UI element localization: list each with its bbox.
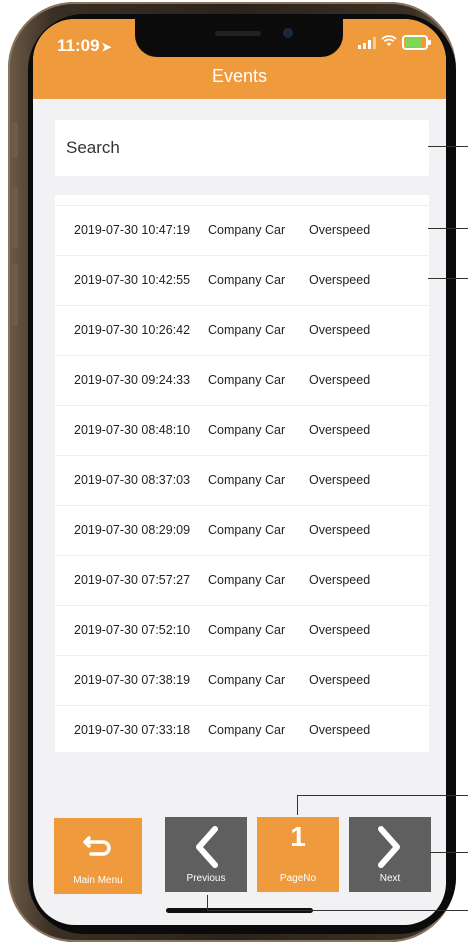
event-vehicle: Company Car (208, 223, 286, 237)
event-vehicle: Company Car (208, 373, 286, 387)
event-row[interactable]: 2019-07-30 09:24:33 Company Car Overspee… (55, 355, 429, 404)
event-type: Overspeed (309, 523, 371, 537)
event-datetime: 2019-07-30 07:38:19 (74, 673, 191, 687)
screen: 11:09➤ Events 2019-07-30 10:47:19 Compan… (33, 19, 446, 925)
previous-label: Previous (186, 873, 226, 884)
wifi-icon (381, 35, 397, 50)
callout-line-previous (207, 910, 468, 911)
event-row[interactable]: 2019-07-30 07:33:18 Company Car Overspee… (55, 705, 429, 754)
page-number-label: PageNo (279, 873, 317, 884)
main-menu-button[interactable]: Main Menu (54, 818, 142, 894)
event-row[interactable]: 2019-07-30 07:52:10 Company Car Overspee… (55, 605, 429, 654)
event-row[interactable]: 2019-07-30 10:42:55 Company Car Overspee… (55, 255, 429, 304)
event-vehicle: Company Car (208, 623, 286, 637)
status-time-text: 11:09 (57, 36, 100, 55)
chevron-right-icon (349, 825, 431, 874)
callout-line-row (428, 278, 468, 279)
speaker-grille (215, 31, 261, 36)
event-type: Overspeed (309, 423, 371, 437)
status-icons (358, 35, 431, 50)
battery-icon (402, 35, 431, 50)
event-datetime: 2019-07-30 07:57:27 (74, 573, 191, 587)
callout-line-pageno (297, 795, 468, 796)
cellular-signal-icon (358, 36, 376, 49)
event-vehicle: Company Car (208, 523, 286, 537)
event-type: Overspeed (309, 723, 371, 737)
event-datetime: 2019-07-30 10:26:42 (74, 323, 191, 337)
notch (135, 19, 343, 57)
event-type: Overspeed (309, 273, 371, 287)
event-vehicle: Company Car (208, 673, 286, 687)
event-datetime: 2019-07-30 08:29:09 (74, 523, 191, 537)
event-vehicle: Company Car (208, 473, 286, 487)
volume-down-button (12, 264, 18, 326)
callout-line-row (428, 228, 468, 229)
next-label: Next (379, 873, 401, 884)
event-type: Overspeed (309, 323, 371, 337)
event-row[interactable]: 2019-07-30 10:47:19 Company Car Overspee… (55, 205, 429, 254)
event-datetime: 2019-07-30 07:33:18 (74, 723, 191, 737)
event-type: Overspeed (309, 373, 371, 387)
event-row[interactable]: 2019-07-30 07:38:19 Company Car Overspee… (55, 655, 429, 704)
event-type: Overspeed (309, 673, 371, 687)
event-type: Overspeed (309, 223, 371, 237)
callout-line-next (430, 852, 468, 853)
event-vehicle: Company Car (208, 423, 286, 437)
callout-line-previous (207, 895, 208, 911)
event-row[interactable]: 2019-07-30 08:29:09 Company Car Overspee… (55, 505, 429, 554)
next-button[interactable]: Next (349, 817, 431, 892)
previous-button[interactable]: Previous (165, 817, 247, 892)
main-menu-label: Main Menu (73, 875, 123, 886)
callout-line-pageno (297, 795, 298, 815)
event-vehicle: Company Car (208, 323, 286, 337)
event-row[interactable]: 2019-07-30 10:26:42 Company Car Overspee… (55, 305, 429, 354)
page-number-button[interactable]: 1 PageNo (257, 817, 339, 892)
events-list: 2019-07-30 10:47:19 Company Car Overspee… (55, 195, 429, 752)
page-number-value: 1 (290, 821, 306, 852)
event-datetime: 2019-07-30 10:47:19 (74, 223, 191, 237)
mute-switch (12, 122, 18, 158)
event-datetime: 2019-07-30 09:24:33 (74, 373, 191, 387)
event-type: Overspeed (309, 623, 371, 637)
event-vehicle: Company Car (208, 273, 286, 287)
location-arrow-icon: ➤ (101, 40, 112, 54)
event-datetime: 2019-07-30 07:52:10 (74, 623, 191, 637)
return-arrow-icon (54, 834, 142, 865)
event-row[interactable]: 2019-07-30 08:48:10 Company Car Overspee… (55, 405, 429, 454)
event-row[interactable]: 2019-07-30 07:57:27 Company Car Overspee… (55, 555, 429, 604)
front-camera (283, 28, 293, 38)
volume-up-button (12, 187, 18, 249)
chevron-left-icon (165, 825, 247, 874)
callout-line-search (428, 146, 468, 147)
event-type: Overspeed (309, 573, 371, 587)
status-time: 11:09 ➤ (57, 36, 112, 56)
event-vehicle: Company Car (208, 723, 286, 737)
event-row[interactable]: 2019-07-30 08:37:03 Company Car Overspee… (55, 455, 429, 504)
app-header: 11:09 ➤ Events (33, 19, 446, 99)
event-datetime: 2019-07-30 08:37:03 (74, 473, 191, 487)
event-datetime: 2019-07-30 10:42:55 (74, 273, 191, 287)
event-datetime: 2019-07-30 08:48:10 (74, 423, 191, 437)
search-box[interactable] (55, 120, 429, 176)
page-title: Events (211, 66, 268, 86)
event-vehicle: Company Car (208, 573, 286, 587)
search-input[interactable] (55, 120, 429, 176)
event-type: Overspeed (309, 473, 371, 487)
